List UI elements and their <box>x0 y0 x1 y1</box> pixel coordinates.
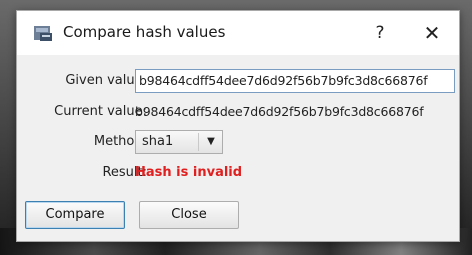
close-window-button[interactable]: ✕ <box>415 19 449 47</box>
compare-hash-dialog: Compare hash values ? ✕ Given value: b98… <box>16 10 460 242</box>
title-bar: Compare hash values ? ✕ <box>17 11 459 55</box>
chevron-down-icon[interactable]: ▼ <box>200 131 222 153</box>
result-status: Hash is invalid <box>135 165 243 180</box>
method-selected-value: sha1 <box>142 134 174 149</box>
select-divider <box>198 133 199 151</box>
current-value-label: Current value: <box>54 104 147 119</box>
given-value-input[interactable]: b98464cdff54dee7d6d92f56b7b9fc3d8c66876f <box>135 69 455 93</box>
dialog-title: Compare hash values <box>63 23 226 41</box>
result-row: Result: Hash is invalid <box>17 161 459 185</box>
method-select[interactable]: sha1 ▼ <box>135 130 223 154</box>
compare-button[interactable]: Compare <box>25 201 125 229</box>
help-button[interactable]: ? <box>365 19 395 47</box>
current-value-row: Current value: b98464cdff54dee7d6d92f56b… <box>17 100 459 124</box>
current-value-text: b98464cdff54dee7d6d92f56b7b9fc3d8c66876f <box>135 104 424 119</box>
app-icon <box>34 26 52 41</box>
method-row: Method: sha1 ▼ <box>17 130 459 154</box>
close-button[interactable]: Close <box>139 201 239 229</box>
given-value-row: Given value: b98464cdff54dee7d6d92f56b7b… <box>17 69 459 93</box>
